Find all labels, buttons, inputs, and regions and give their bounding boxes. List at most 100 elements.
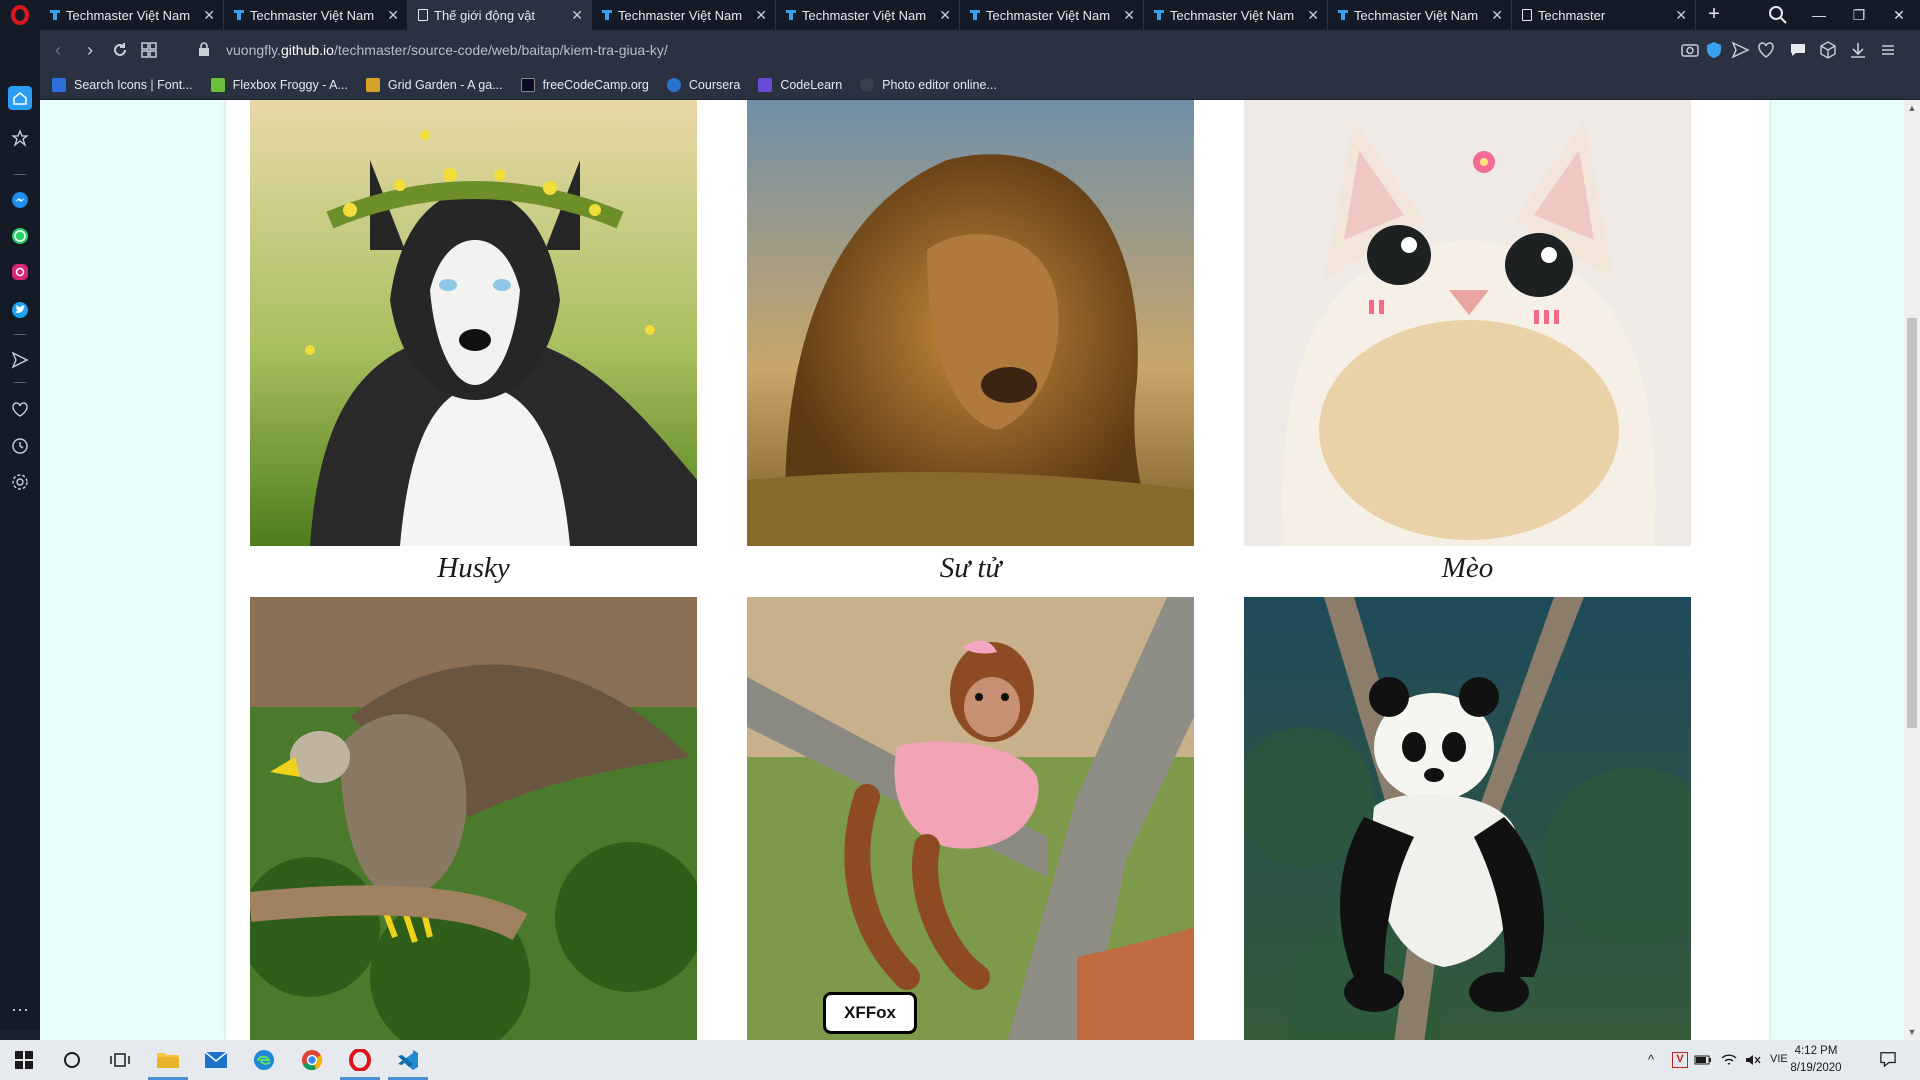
bookmark-flexbox-froggy[interactable]: Flexbox Froggy - A... xyxy=(210,77,348,92)
tab-strip: Techmaster Việt Nam ✕ Techmaster Việt Na… xyxy=(0,0,1920,30)
bookmark-grid-garden[interactable]: Grid Garden - A ga... xyxy=(365,77,503,92)
eagle-photo xyxy=(250,597,697,1040)
edge-icon[interactable] xyxy=(240,1040,288,1080)
more-dots-icon[interactable]: ⋯ xyxy=(8,998,32,1022)
tab-5[interactable]: Techmaster Việt Nam ✕ xyxy=(960,0,1144,30)
vpn-shield-icon[interactable] xyxy=(1704,40,1724,60)
tab-8[interactable]: Techmaster ✕ xyxy=(1512,0,1696,30)
codelearn-icon xyxy=(758,77,773,92)
tab-close-icon[interactable]: ✕ xyxy=(387,8,399,22)
lock-icon[interactable] xyxy=(198,42,210,56)
system-clock[interactable]: 4:12 PM 8/19/2020 xyxy=(1780,1043,1852,1077)
show-hidden-icons-chevron-icon[interactable]: ^ xyxy=(1648,1052,1654,1068)
send-icon[interactable] xyxy=(1730,40,1750,60)
new-tab-button[interactable]: + xyxy=(1702,3,1726,27)
tab-3[interactable]: Techmaster Việt Nam ✕ xyxy=(592,0,776,30)
mail-icon[interactable] xyxy=(192,1040,240,1080)
home-icon[interactable] xyxy=(8,86,32,110)
speed-dial-star-icon[interactable] xyxy=(8,126,32,150)
download-icon[interactable] xyxy=(1848,40,1868,60)
scroll-up-arrow-icon[interactable]: ▲ xyxy=(1904,100,1920,116)
url-field[interactable]: vuongfly.github.io/techmaster/source-cod… xyxy=(226,42,668,58)
bookmark-freecodecamp[interactable]: freeCodeCamp.org xyxy=(520,77,649,92)
tab-close-icon[interactable]: ✕ xyxy=(939,8,951,22)
favorites-heart-icon[interactable] xyxy=(8,398,32,422)
file-explorer-icon[interactable] xyxy=(144,1040,192,1080)
wifi-icon[interactable] xyxy=(1720,1052,1738,1068)
techmaster-icon xyxy=(50,9,60,21)
tab-close-icon[interactable]: ✕ xyxy=(755,8,767,22)
instagram-icon[interactable] xyxy=(8,260,32,284)
animal-card-monkey[interactable] xyxy=(747,597,1194,1040)
techmaster-icon xyxy=(786,9,796,21)
opera-icon[interactable] xyxy=(336,1040,384,1080)
forward-button[interactable]: › xyxy=(78,38,102,62)
scroll-thumb[interactable] xyxy=(1907,318,1917,728)
tab-close-icon[interactable]: ✕ xyxy=(1491,8,1503,22)
animal-card-cat[interactable]: Mèo xyxy=(1244,100,1691,585)
tab-4[interactable]: Techmaster Việt Nam ✕ xyxy=(776,0,960,30)
messenger-icon[interactable] xyxy=(8,188,32,212)
speed-dial-icon[interactable] xyxy=(140,41,158,59)
animal-card-husky[interactable]: Husky xyxy=(250,100,697,585)
notification-center-icon[interactable] xyxy=(1878,1051,1898,1067)
chat-icon[interactable] xyxy=(1788,40,1808,60)
tab-title: Techmaster Việt Nam xyxy=(66,7,191,23)
settings-gear-icon[interactable] xyxy=(8,470,32,494)
heart-icon[interactable] xyxy=(1756,40,1776,60)
coursera-icon xyxy=(666,77,681,92)
bookmark-font-awesome[interactable]: Search Icons | Font... xyxy=(52,77,193,92)
back-button[interactable]: ‹ xyxy=(46,38,70,62)
tab-close-icon[interactable]: ✕ xyxy=(1307,8,1319,22)
tab-close-icon[interactable]: ✕ xyxy=(1675,8,1687,22)
page-scrollbar[interactable]: ▲ ▼ xyxy=(1904,100,1920,1040)
snapshot-icon[interactable] xyxy=(1680,40,1700,60)
tab-0[interactable]: Techmaster Việt Nam ✕ xyxy=(40,0,224,30)
tab-1[interactable]: Techmaster Việt Nam ✕ xyxy=(224,0,408,30)
battery-icon[interactable] xyxy=(1694,1052,1712,1068)
animal-card-panda[interactable] xyxy=(1244,597,1691,1040)
bookmark-label: Flexbox Froggy - A... xyxy=(232,77,348,92)
document-icon xyxy=(1522,9,1532,21)
tab-7[interactable]: Techmaster Việt Nam ✕ xyxy=(1328,0,1512,30)
opera-logo-icon[interactable] xyxy=(0,0,40,30)
tab-title: Techmaster Việt Nam xyxy=(1170,7,1295,23)
sidebar-divider xyxy=(14,382,26,383)
bookmark-codelearn[interactable]: CodeLearn xyxy=(758,77,843,92)
menu-icon[interactable] xyxy=(1878,40,1898,60)
extensions-cube-icon[interactable] xyxy=(1818,40,1838,60)
tab-6[interactable]: Techmaster Việt Nam ✕ xyxy=(1144,0,1328,30)
start-icon[interactable] xyxy=(0,1040,48,1080)
tab-title: Thế giới động vật xyxy=(434,7,536,23)
history-clock-icon[interactable] xyxy=(8,434,32,458)
antivirus-icon[interactable]: V xyxy=(1672,1052,1688,1068)
tab-close-icon[interactable]: ✕ xyxy=(1123,8,1135,22)
tab-close-icon[interactable]: ✕ xyxy=(203,8,215,22)
tab-title: Techmaster Việt Nam xyxy=(1354,7,1479,23)
bookmark-photo-editor[interactable]: Photo editor online... xyxy=(860,77,997,92)
scroll-down-arrow-icon[interactable]: ▼ xyxy=(1904,1024,1920,1040)
volume-muted-icon[interactable] xyxy=(1744,1052,1762,1068)
search-icon[interactable] xyxy=(1768,5,1788,25)
vscode-icon[interactable] xyxy=(384,1040,432,1080)
task-view-icon[interactable] xyxy=(96,1040,144,1080)
tab-2-active[interactable]: Thế giới động vật ✕ xyxy=(408,0,592,30)
frog-icon xyxy=(210,77,225,92)
cortana-icon[interactable] xyxy=(48,1040,96,1080)
page-viewport: Husky Sư tử Mèo XFFox xyxy=(40,100,1920,1040)
techmaster-icon xyxy=(1154,9,1164,21)
animal-card-eagle[interactable] xyxy=(250,597,697,1040)
tab-close-icon[interactable]: ✕ xyxy=(571,8,583,22)
bookmark-label: CodeLearn xyxy=(780,77,843,92)
animal-card-lion[interactable]: Sư tử xyxy=(747,100,1194,585)
bookmark-coursera[interactable]: Coursera xyxy=(666,77,740,92)
send-flow-icon[interactable] xyxy=(8,348,32,372)
twitter-icon[interactable] xyxy=(8,298,32,322)
xffox-badge[interactable]: XFFox xyxy=(823,992,917,1034)
reload-icon[interactable] xyxy=(110,40,130,60)
tab-title: Techmaster xyxy=(1538,7,1606,23)
chrome-icon[interactable] xyxy=(288,1040,336,1080)
close-window-button[interactable]: ✕ xyxy=(1876,0,1920,30)
whatsapp-icon[interactable] xyxy=(8,224,32,248)
gallery-container: Husky Sư tử Mèo XFFox xyxy=(226,100,1769,1040)
